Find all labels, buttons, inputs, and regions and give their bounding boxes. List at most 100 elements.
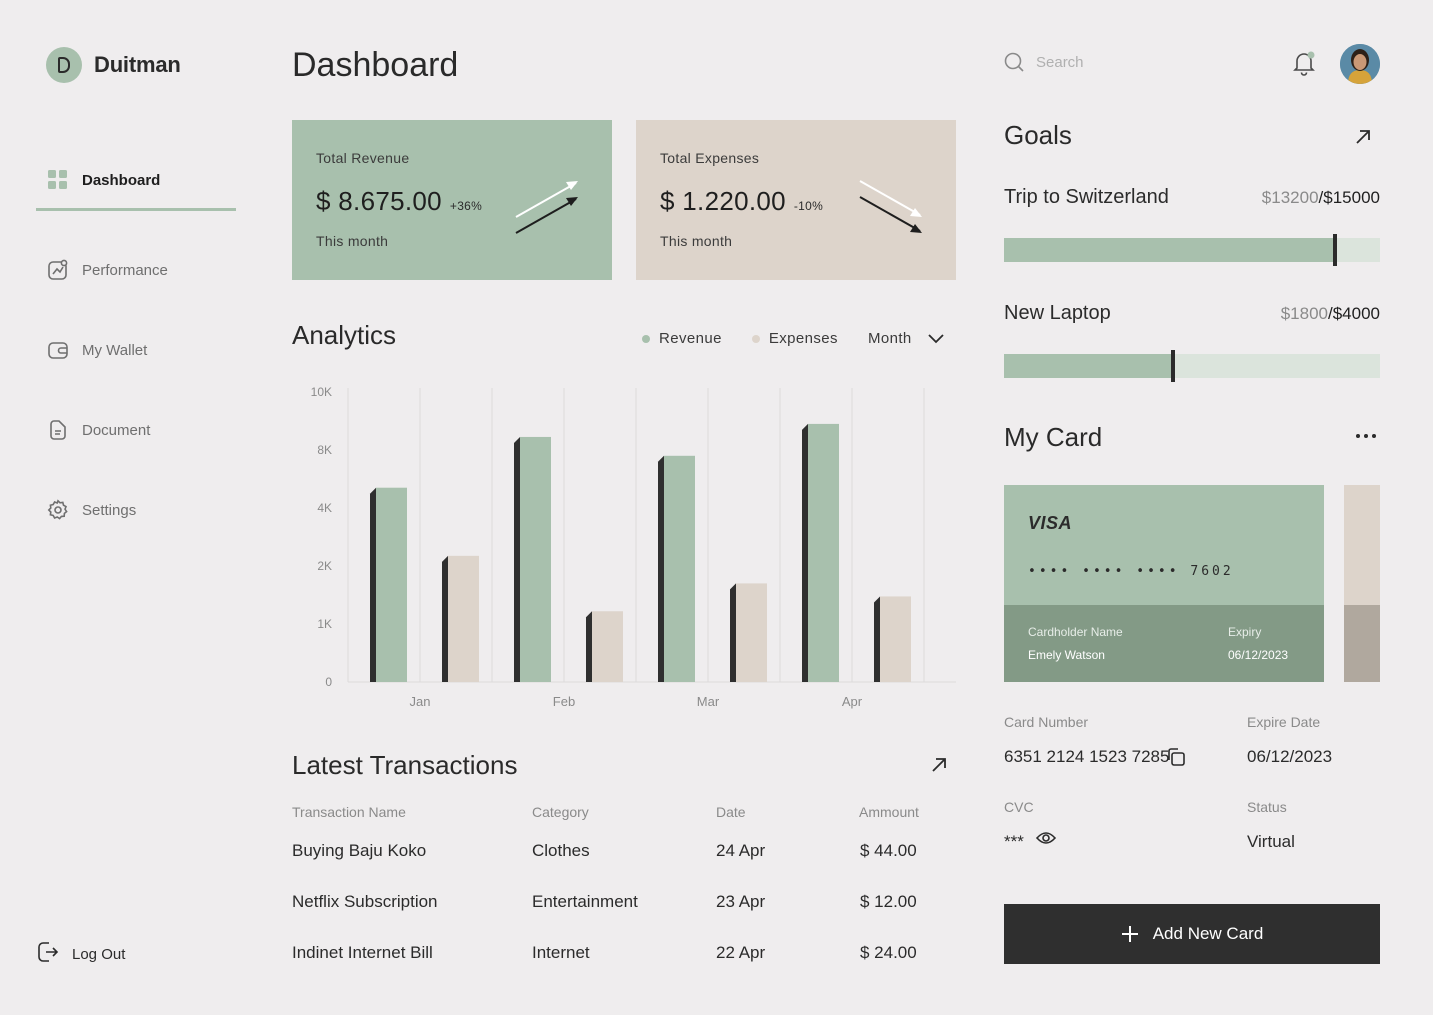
expiry-label: Expiry <box>1228 625 1262 639</box>
add-new-card-button[interactable]: Add New Card <box>1004 904 1380 964</box>
open-transactions-icon[interactable] <box>930 756 948 774</box>
status-label: Status <box>1247 799 1287 815</box>
sidebar-item-label: Document <box>82 421 151 439</box>
y-tick-label: 4K <box>317 501 332 515</box>
goal-progress-bar <box>1004 350 1380 382</box>
logout-icon <box>36 940 60 968</box>
bell-icon[interactable] <box>1292 50 1316 76</box>
period-dropdown[interactable]: Month <box>868 330 944 347</box>
expire-date-value: 06/12/2023 <box>1247 747 1333 766</box>
goal-name: Trip to Switzerland <box>1004 186 1169 208</box>
y-tick-label: 10K <box>311 385 332 399</box>
chart-legend: Revenue Expenses Month <box>642 330 944 347</box>
logout-button[interactable]: Log Out <box>36 940 125 968</box>
x-tick-label: Jan <box>410 694 431 709</box>
stat-value: $ 8.675.00 <box>316 186 442 216</box>
tx-category: Entertainment <box>532 892 638 911</box>
legend-expenses[interactable]: Expenses <box>751 330 838 347</box>
gear-icon <box>47 499 69 521</box>
grid-icon <box>47 169 69 191</box>
trend-down-icon <box>859 180 922 233</box>
goal-amount: $1800/$4000 <box>1280 304 1380 323</box>
card-number-value: 6351 2124 1523 7285 <box>1004 747 1170 766</box>
plus-icon <box>1121 926 1138 942</box>
wallet-icon <box>47 339 69 361</box>
tx-date: 24 Apr <box>716 841 766 860</box>
sidebar-item-settings[interactable]: Settings <box>36 470 236 550</box>
bar-expenses <box>736 583 767 682</box>
expire-date-label: Expire Date <box>1247 714 1321 730</box>
stat-period: This month <box>316 233 389 249</box>
cvc-label: CVC <box>1004 799 1034 815</box>
sidebar-item-dashboard[interactable]: Dashboard <box>36 150 236 211</box>
search-input[interactable]: Search <box>1004 52 1234 72</box>
stat-change: -10% <box>793 199 824 213</box>
bar-shadow <box>730 583 736 682</box>
document-icon <box>47 419 69 441</box>
transactions-title: Latest Transactions <box>292 750 518 780</box>
trend-up-icon <box>515 181 578 234</box>
copy-icon[interactable] <box>1166 747 1186 767</box>
x-tick-label: Feb <box>553 694 575 709</box>
stat-label: Total Expenses <box>660 150 760 166</box>
sidebar-item-performance[interactable]: Performance <box>36 230 236 310</box>
more-options-icon[interactable] <box>1356 434 1376 438</box>
tx-category: Internet <box>532 943 590 962</box>
credit-card[interactable]: VISA •••• •••• •••• 7602 Cardholder Name… <box>1004 485 1324 682</box>
chevron-down-icon <box>928 333 944 343</box>
y-tick-label: 1K <box>317 617 332 631</box>
bar-revenue <box>808 423 839 682</box>
goal-progress-bar <box>1004 234 1380 266</box>
sidebar-item-label: Performance <box>82 261 168 279</box>
sidebar-item-document[interactable]: Document <box>36 390 236 470</box>
y-tick-label: 2K <box>317 559 332 573</box>
search-placeholder: Search <box>1036 53 1084 71</box>
legend-label: Expenses <box>768 330 838 347</box>
card-footer: Cardholder Name Emely Watson Expiry 06/1… <box>1004 605 1324 682</box>
tx-name: Netflix Subscription <box>292 892 438 911</box>
page-title: Dashboard <box>292 46 459 84</box>
tx-category: Clothes <box>532 841 590 860</box>
sidebar-nav: Dashboard Performance My Wallet Document… <box>36 150 236 550</box>
y-tick-label: 0 <box>325 675 332 689</box>
bar-revenue <box>520 436 551 682</box>
eye-icon[interactable] <box>1036 830 1056 846</box>
avatar[interactable] <box>1340 44 1380 84</box>
x-tick-label: Apr <box>842 694 863 709</box>
total-revenue-card: Total Revenue $ 8.675.00 +36% This month <box>292 120 612 280</box>
expiry-value: 06/12/2023 <box>1228 648 1289 662</box>
bar-shadow <box>370 487 376 682</box>
sidebar-item-wallet[interactable]: My Wallet <box>36 310 236 390</box>
tx-amount: $ 24.00 <box>860 943 917 962</box>
next-card-preview[interactable] <box>1344 485 1380 682</box>
visa-logo: VISA <box>1028 513 1073 533</box>
card-number-label: Card Number <box>1004 714 1089 730</box>
period-label: Month <box>867 330 912 347</box>
legend-revenue[interactable]: Revenue <box>642 330 722 347</box>
goal-progress-handle[interactable] <box>1332 234 1337 266</box>
y-tick-label: 8K <box>317 443 332 457</box>
bar-shadow <box>658 455 664 682</box>
bar-shadow <box>514 436 520 682</box>
sidebar-item-label: My Wallet <box>82 341 148 359</box>
bar-shadow <box>586 611 592 682</box>
bar-shadow <box>442 555 448 682</box>
open-goals-icon[interactable] <box>1354 128 1372 146</box>
analytics-chart: 0 1K 2K 4K 8K 10K Jan Feb Mar Apr <box>311 385 956 709</box>
total-expenses-card: Total Expenses $ 1.220.00 -10% This mont… <box>636 120 956 280</box>
tx-amount: $ 44.00 <box>860 841 917 860</box>
legend-dot <box>751 334 760 343</box>
bar-shadow <box>874 596 880 682</box>
tx-date: 23 Apr <box>716 892 766 911</box>
legend-label: Revenue <box>659 330 722 347</box>
bar-shadow <box>802 423 808 682</box>
goal-progress-handle[interactable] <box>1171 350 1176 382</box>
column-header: Date <box>716 804 746 820</box>
cvc-value: *** <box>1004 832 1024 851</box>
goal-amount: $13200/$15000 <box>1261 188 1380 207</box>
bar-expenses <box>448 555 479 682</box>
legend-dot <box>642 334 650 343</box>
brand-logo[interactable]: Duitman <box>46 47 181 83</box>
logout-label: Log Out <box>72 945 126 963</box>
tx-name: Buying Baju Koko <box>292 841 427 860</box>
